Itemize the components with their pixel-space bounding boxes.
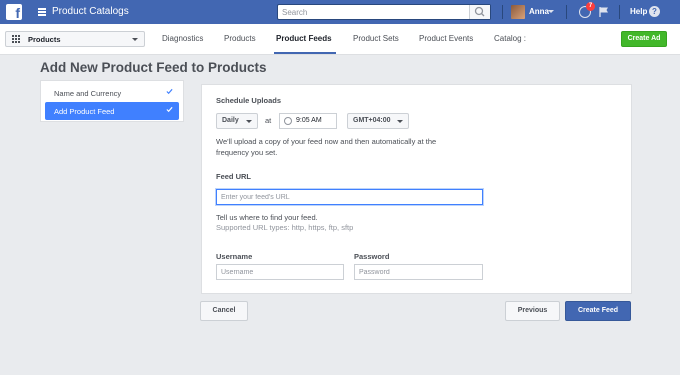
catalog-toolbar: Products Diagnostics Products Product Fe… bbox=[0, 24, 680, 55]
feed-url-input[interactable] bbox=[216, 189, 483, 205]
menu-icon[interactable] bbox=[38, 8, 46, 16]
password-input[interactable] bbox=[354, 264, 483, 280]
username-label: Username bbox=[216, 252, 253, 261]
schedule-heading: Schedule Uploads bbox=[216, 96, 282, 105]
avatar[interactable] bbox=[511, 5, 525, 19]
step-label: Name and Currency bbox=[54, 89, 122, 98]
timezone-select[interactable]: GMT+04:00 bbox=[347, 113, 409, 129]
top-navigation-bar: f Product Catalogs Anna 7 Help ? bbox=[0, 0, 680, 25]
feed-url-heading: Feed URL bbox=[216, 172, 252, 181]
step-name-and-currency[interactable]: Name and Currency bbox=[45, 84, 179, 102]
flag-icon[interactable] bbox=[598, 6, 610, 18]
tab-products[interactable]: Products bbox=[224, 34, 256, 43]
create-ad-button[interactable]: Create Ad bbox=[621, 31, 667, 47]
clock-icon bbox=[284, 117, 292, 125]
schedule-help-line-1: We'll upload a copy of your feed now and… bbox=[216, 137, 437, 146]
checkmark-icon bbox=[166, 106, 173, 113]
search-button[interactable] bbox=[469, 5, 490, 19]
tab-product-events[interactable]: Product Events bbox=[419, 34, 473, 43]
help-label[interactable]: Help bbox=[630, 7, 647, 16]
username-input[interactable] bbox=[216, 264, 344, 280]
chevron-down-icon bbox=[246, 120, 252, 123]
frequency-select[interactable]: Daily bbox=[216, 113, 258, 129]
feed-form-card: Schedule Uploads Daily at 9:05 AM GMT+04… bbox=[201, 84, 632, 294]
step-label: Add Product Feed bbox=[54, 107, 115, 116]
notification-badge: 7 bbox=[586, 2, 595, 11]
facebook-logo[interactable]: f bbox=[6, 4, 22, 20]
chevron-down-icon[interactable] bbox=[548, 10, 554, 13]
create-feed-button[interactable]: Create Feed bbox=[565, 301, 631, 321]
tab-diagnostics[interactable]: Diagnostics bbox=[162, 34, 203, 43]
schedule-help-line-2: frequency you set. bbox=[216, 148, 278, 157]
tab-catalog[interactable]: Catalog : bbox=[494, 34, 526, 43]
steps-panel: Name and Currency Add Product Feed bbox=[40, 80, 184, 122]
divider bbox=[619, 5, 620, 19]
chevron-down-icon bbox=[397, 120, 403, 123]
supported-url-types: Supported URL types: http, https, ftp, s… bbox=[216, 223, 354, 232]
catalog-selector-label: Products bbox=[28, 35, 61, 44]
password-label: Password bbox=[354, 252, 390, 261]
grid-icon bbox=[12, 35, 20, 43]
step-add-product-feed[interactable]: Add Product Feed bbox=[45, 102, 179, 120]
search-icon bbox=[474, 6, 485, 17]
chevron-down-icon bbox=[132, 38, 138, 41]
tab-product-sets[interactable]: Product Sets bbox=[353, 34, 399, 43]
previous-button[interactable]: Previous bbox=[505, 301, 560, 321]
help-icon[interactable]: ? bbox=[649, 6, 660, 17]
time-value: 9:05 AM bbox=[296, 117, 322, 124]
frequency-value: Daily bbox=[222, 117, 239, 124]
divider bbox=[502, 5, 503, 19]
at-label: at bbox=[265, 116, 272, 125]
user-name[interactable]: Anna bbox=[529, 7, 549, 16]
search-input[interactable] bbox=[282, 6, 462, 18]
app-title[interactable]: Product Catalogs bbox=[52, 6, 129, 17]
search-box bbox=[277, 4, 491, 20]
cancel-button[interactable]: Cancel bbox=[200, 301, 248, 321]
timezone-value: GMT+04:00 bbox=[353, 117, 391, 124]
active-tab-indicator bbox=[274, 52, 336, 54]
page-title: Add New Product Feed to Products bbox=[40, 60, 267, 75]
divider bbox=[566, 5, 567, 19]
catalog-selector[interactable]: Products bbox=[5, 31, 145, 47]
time-input[interactable]: 9:05 AM bbox=[279, 113, 337, 129]
tab-product-feeds[interactable]: Product Feeds bbox=[276, 34, 332, 43]
checkmark-icon bbox=[166, 88, 173, 95]
